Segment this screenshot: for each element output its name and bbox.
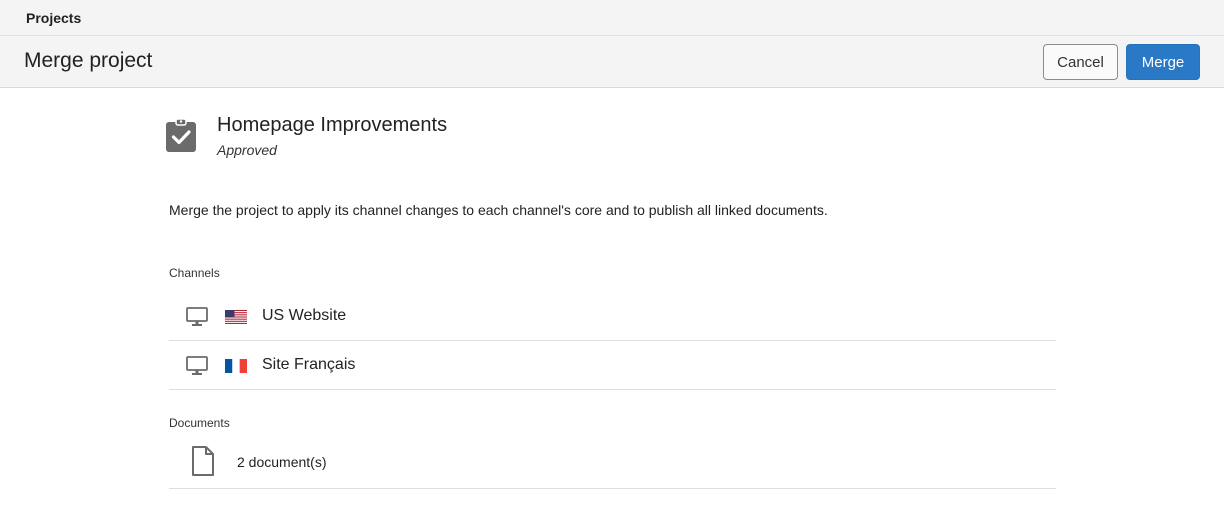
merge-button[interactable]: Merge <box>1126 44 1200 80</box>
channels-section-label: Channels <box>169 266 220 280</box>
cancel-button[interactable]: Cancel <box>1043 44 1118 80</box>
documents-count: 2 document(s) <box>237 454 327 470</box>
breadcrumb-projects[interactable]: Projects <box>26 10 81 26</box>
documents-row: 2 document(s) <box>169 440 1056 489</box>
project-status: Approved <box>217 142 277 158</box>
top-bar: Projects <box>0 0 1224 36</box>
project-name: Homepage Improvements <box>217 114 448 136</box>
monitor-icon <box>186 307 208 326</box>
channel-row-site-francais: Site Français <box>169 341 1056 390</box>
merge-description: Merge the project to apply its channel c… <box>169 202 828 218</box>
fr-flag-icon <box>225 359 247 373</box>
page-header: Merge project Cancel Merge <box>0 36 1224 88</box>
page-title: Merge project <box>24 49 153 72</box>
document-icon <box>192 446 214 476</box>
documents-section-label: Documents <box>169 416 230 430</box>
us-flag-icon <box>225 310 247 324</box>
channel-row-us-website: US Website <box>169 292 1056 341</box>
clipboard-check-icon <box>166 118 196 152</box>
channel-name: Site Français <box>262 356 356 373</box>
monitor-icon <box>186 356 208 375</box>
channel-name: US Website <box>262 307 347 324</box>
